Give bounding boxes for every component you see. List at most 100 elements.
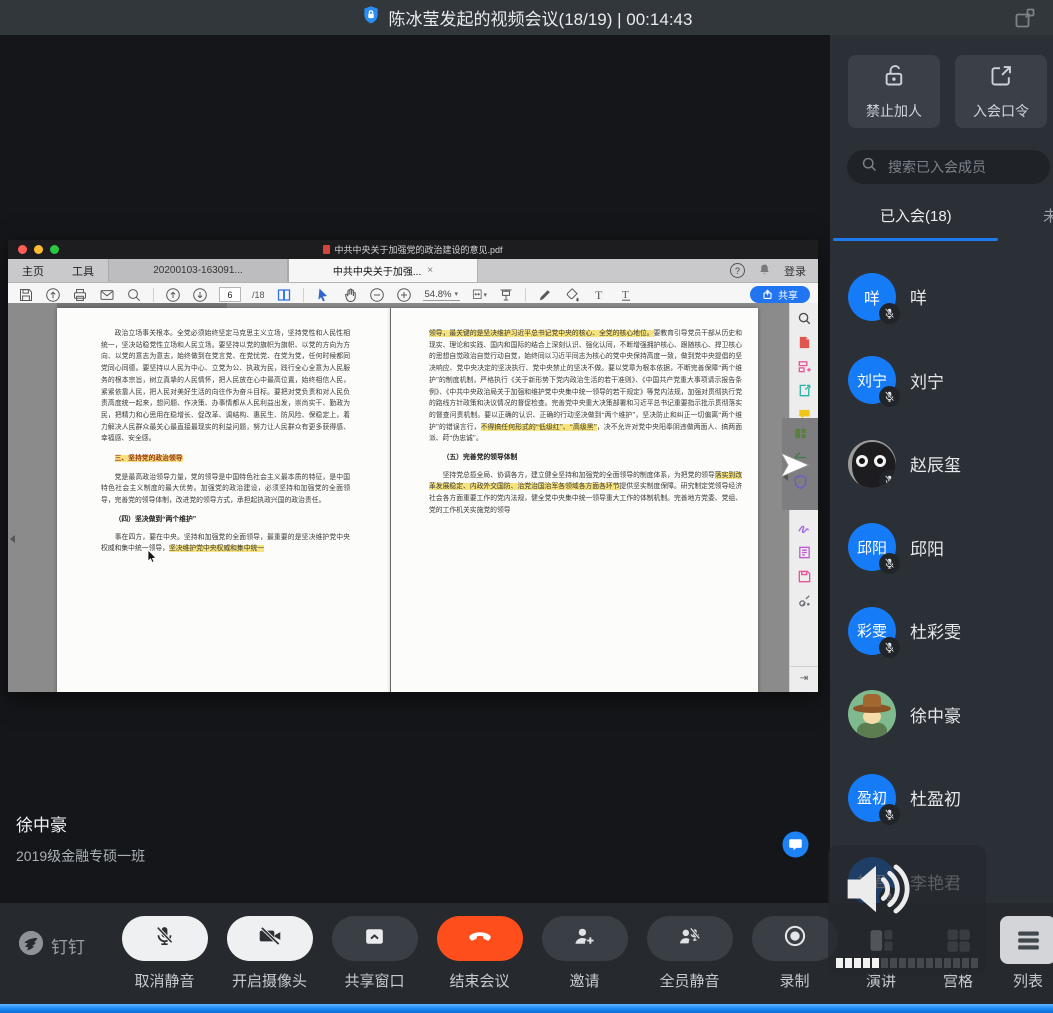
previous-page-icon[interactable] xyxy=(165,287,181,303)
zoom-level-dropdown[interactable]: 54.8%▾ xyxy=(423,289,460,301)
participant-row[interactable]: 赵辰玺 xyxy=(830,422,1053,506)
search-box[interactable] xyxy=(847,150,1050,184)
export-icon[interactable] xyxy=(797,383,812,398)
panel-search-icon[interactable] xyxy=(797,311,812,326)
pdf-tab-bar: 主页工具20200103-163091... 中共中央关于加强... × ? 登录 xyxy=(8,259,818,283)
zoom-out-icon[interactable] xyxy=(369,287,385,303)
participant-row[interactable]: 徐中豪 xyxy=(830,673,1053,757)
signature-icon[interactable] xyxy=(797,521,812,536)
dingtalk-logo[interactable]: 钉钉 xyxy=(18,930,85,961)
pdf-document-area[interactable]: 政治立场事关根本。全党必须始终坚定马克思主义立场，坚持党性和人民性相统一，坚决站… xyxy=(8,303,790,692)
presentation-icon[interactable] xyxy=(498,287,514,303)
mic-muted-icon xyxy=(879,553,900,574)
button-label: 取消静音 xyxy=(134,970,194,991)
two-page-view-icon[interactable] xyxy=(276,287,292,303)
file-tab-label: 中共中央关于加强... xyxy=(333,263,421,278)
volume-segment xyxy=(908,958,915,968)
select-cursor-icon[interactable] xyxy=(315,287,331,303)
zoom-in-icon[interactable] xyxy=(396,287,412,303)
close-tab-icon[interactable]: × xyxy=(427,265,433,276)
mic-muted-icon xyxy=(879,804,900,825)
zoom-window-icon[interactable] xyxy=(50,245,59,254)
volume-segment xyxy=(872,958,879,968)
participant-name: 咩 xyxy=(910,284,927,309)
menu-tab-主页[interactable]: 主页 xyxy=(8,259,58,282)
mute-all-button[interactable]: 全员静音 xyxy=(637,916,742,991)
file-tab[interactable]: 中共中央关于加强... × xyxy=(288,259,478,282)
button-pill xyxy=(647,916,733,961)
button-label: 录制 xyxy=(779,970,809,991)
dingtalk-logo-icon xyxy=(18,930,44,961)
thumbnails-icon[interactable] xyxy=(793,426,808,441)
avatar-photo xyxy=(848,440,896,488)
mac-traffic-lights[interactable] xyxy=(18,245,59,254)
volume-segment xyxy=(899,958,906,968)
login-button[interactable]: 登录 xyxy=(784,263,806,279)
pencil-annotate-icon[interactable] xyxy=(537,287,553,303)
tab-joined[interactable]: 已入会(18) xyxy=(880,205,952,226)
volume-level-bar xyxy=(836,958,978,968)
help-icon[interactable]: ? xyxy=(730,263,745,278)
settings-wrench-icon[interactable] xyxy=(797,593,812,608)
left-panel-collapse-icon[interactable] xyxy=(10,535,15,543)
volume-segment xyxy=(890,958,897,968)
chat-icon[interactable] xyxy=(782,831,809,858)
participant-row[interactable]: 刘宁刘宁 xyxy=(830,339,1053,423)
tab-not-joined[interactable]: 未 xyxy=(1043,205,1053,226)
invite-button[interactable]: 邀请 xyxy=(532,916,637,991)
next-page-icon[interactable] xyxy=(192,287,208,303)
volume-segment xyxy=(863,958,870,968)
minimize-window-icon[interactable] xyxy=(34,245,43,254)
participant-name: 刘宁 xyxy=(910,368,944,393)
large-pointer-arrow-icon xyxy=(778,450,812,485)
save-icon[interactable] xyxy=(18,287,34,303)
unlock-button[interactable]: 禁止加人 xyxy=(848,55,940,128)
convert-pdf-icon[interactable] xyxy=(797,335,812,350)
camera-off-button[interactable]: 开启摄像头 xyxy=(217,916,322,991)
hand-pan-icon[interactable] xyxy=(342,287,358,303)
mic-off-button[interactable]: 取消静音 xyxy=(112,916,217,991)
participant-name: 徐中豪 xyxy=(910,702,961,727)
view-mode-列表[interactable]: 列表 xyxy=(1000,916,1053,991)
meeting-code-button[interactable]: 入会口令 xyxy=(955,55,1047,128)
file-tab[interactable]: 20200103-163091... xyxy=(108,259,288,282)
speaker-volume-icon xyxy=(834,847,918,936)
action-label: 入会口令 xyxy=(973,101,1029,121)
share-window-button[interactable]: 共享窗口 xyxy=(322,916,427,991)
close-window-icon[interactable] xyxy=(18,245,27,254)
avatar-photo xyxy=(848,690,896,738)
collapse-panel-button[interactable]: ⇥ xyxy=(790,666,818,684)
print-icon[interactable] xyxy=(72,287,88,303)
document-paragraph: 政治立场事关根本。全党必须始终坚定马克思主义立场，坚持党性和人民性相统一，坚决站… xyxy=(101,328,350,445)
form-doc-icon[interactable] xyxy=(797,545,812,560)
underline-text-icon[interactable]: T xyxy=(618,287,634,303)
highlighter-icon[interactable] xyxy=(564,287,580,303)
page-number-input[interactable]: 6 xyxy=(219,287,241,302)
organize-pages-icon[interactable] xyxy=(797,359,812,374)
notification-bell-icon[interactable] xyxy=(758,263,771,279)
save-as-icon[interactable] xyxy=(797,569,812,584)
popout-window-icon[interactable] xyxy=(1013,6,1037,30)
participant-row[interactable]: 盈初杜盈初 xyxy=(830,756,1053,840)
participant-list: 咩咩刘宁刘宁赵辰玺邱阳邱阳彩雯杜彩雯徐中豪盈初杜盈初艳君李艳君 xyxy=(830,255,1053,903)
tab-active-underline xyxy=(833,238,998,241)
document-paragraph: 领导，最关键的是坚决维护习近平总书记党中央的核心、全党的核心地位。要教育引导党员… xyxy=(429,328,742,445)
typewriter-text-icon[interactable]: T xyxy=(591,287,607,303)
mic-muted-icon xyxy=(879,637,900,658)
hangup-button[interactable]: 结束会议 xyxy=(427,916,532,991)
pdf-page-right: 领导，最关键的是坚决维护习近平总书记党中央的核心、全党的核心地位。要教育引导党员… xyxy=(391,308,758,692)
control-buttons: 取消静音 开启摄像头共享窗口结束会议邀请全员静音录制 xyxy=(112,916,847,991)
upload-share-icon[interactable] xyxy=(45,287,61,303)
hangup-icon xyxy=(466,922,494,955)
document-paragraph: （四）坚决做到“两个维护” xyxy=(101,514,350,526)
pdf-share-button[interactable]: 共享 xyxy=(750,286,810,303)
email-icon[interactable] xyxy=(99,287,115,303)
participant-row[interactable]: 邱阳邱阳 xyxy=(830,506,1053,590)
participant-row[interactable]: 彩雯杜彩雯 xyxy=(830,589,1053,673)
fit-page-icon[interactable]: ▾ xyxy=(471,287,487,303)
participant-name: 邱阳 xyxy=(910,535,944,560)
search-doc-icon[interactable] xyxy=(126,287,142,303)
menu-tab-工具[interactable]: 工具 xyxy=(58,259,108,282)
participant-row[interactable]: 咩咩 xyxy=(830,255,1053,339)
search-input[interactable] xyxy=(886,158,1030,176)
